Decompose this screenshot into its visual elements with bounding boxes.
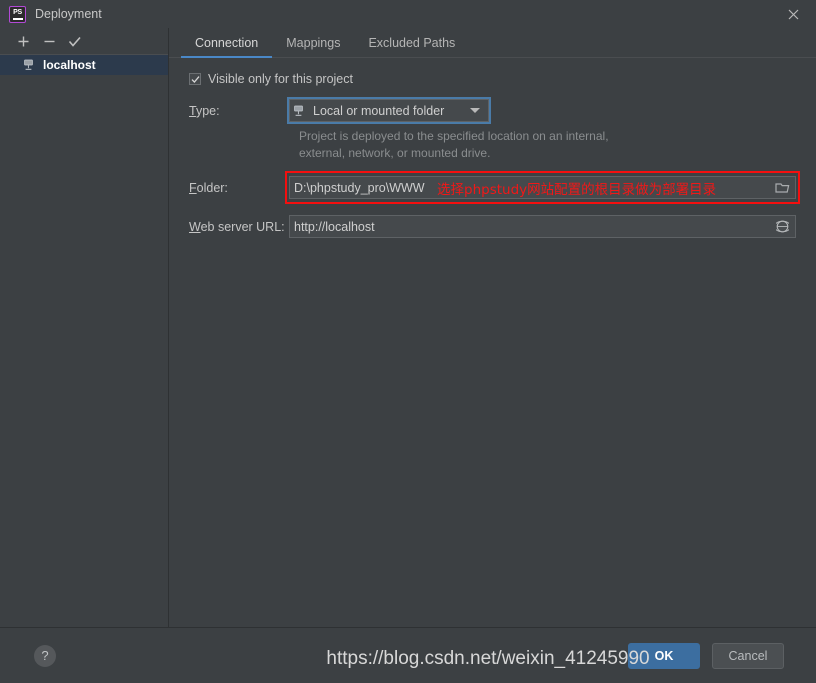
remove-server-button[interactable] [36,30,62,52]
server-icon [24,59,37,71]
tab-connection-label: Connection [195,36,258,50]
folder-label: Folder: [181,181,289,195]
window-title: Deployment [35,7,102,21]
add-server-button[interactable] [10,30,36,52]
connection-form: Visible only for this project Type: [169,58,816,627]
web-server-url-value: http://localhost [294,220,375,234]
tab-mappings-label: Mappings [286,36,340,50]
sidebar-item-label: localhost [43,58,96,72]
cancel-button[interactable]: Cancel [712,643,784,669]
web-server-url-label: Web server URL: [181,220,289,234]
web-server-url-field-wrap: http://localhost [289,215,796,238]
folder-input-value: D:\phpstudy_pro\WWW [294,181,425,195]
connection-panel: Connection Mappings Excluded Paths Visib… [169,28,816,627]
dialog-buttons: OK Cancel [628,643,800,669]
type-description-line2: external, network, or mounted drive. [299,145,729,162]
close-icon[interactable] [770,0,816,28]
tab-connection[interactable]: Connection [181,29,272,57]
visible-only-for-project-row[interactable]: Visible only for this project [181,72,796,86]
type-description: Project is deployed to the specified loc… [299,128,729,162]
tab-mappings[interactable]: Mappings [272,29,354,57]
type-description-line1: Project is deployed to the specified loc… [299,128,729,145]
visible-only-checkbox-label: Visible only for this project [208,72,353,86]
web-server-url-row: Web server URL: http://localhost [181,215,796,238]
deployment-dialog: PS Deployment [0,0,816,683]
tab-excluded-paths-label: Excluded Paths [368,36,455,50]
chevron-down-icon[interactable] [470,108,480,113]
type-label: Type: [181,104,289,118]
server-icon [294,105,307,117]
tab-bar: Connection Mappings Excluded Paths [169,28,816,58]
sidebar-toolbar [0,28,168,55]
ok-button[interactable]: OK [628,643,700,669]
help-button[interactable]: ? [34,645,56,667]
servers-sidebar: localhost [0,28,169,627]
use-as-default-button[interactable] [62,30,88,52]
title-bar: PS Deployment [0,0,816,28]
folder-open-icon[interactable] [773,179,791,197]
folder-field-wrap: D:\phpstudy_pro\WWW 选择phpstudy网站配置的根目录做为… [289,176,796,199]
type-combobox[interactable]: Local or mounted folder [289,99,489,122]
phpstorm-ps-icon: PS [9,6,26,23]
server-list: localhost [0,55,168,627]
web-server-url-input[interactable]: http://localhost [289,215,796,238]
folder-row: Folder: D:\phpstudy_pro\WWW 选择phpstudy网站… [181,176,796,199]
tab-excluded-paths[interactable]: Excluded Paths [354,29,469,57]
dialog-body: localhost Connection Mappings Excluded P… [0,28,816,627]
globe-icon[interactable] [773,218,791,236]
folder-annotation: 选择phpstudy网站配置的根目录做为部署目录 [437,178,716,198]
visible-only-checkbox[interactable] [189,73,201,85]
type-row: Type: Local or mounted folder [181,99,796,122]
dialog-footer: ? OK Cancel https://blog.csdn.net/weixin… [0,627,816,683]
sidebar-item-localhost[interactable]: localhost [0,55,168,75]
type-combobox-value: Local or mounted folder [313,104,470,118]
